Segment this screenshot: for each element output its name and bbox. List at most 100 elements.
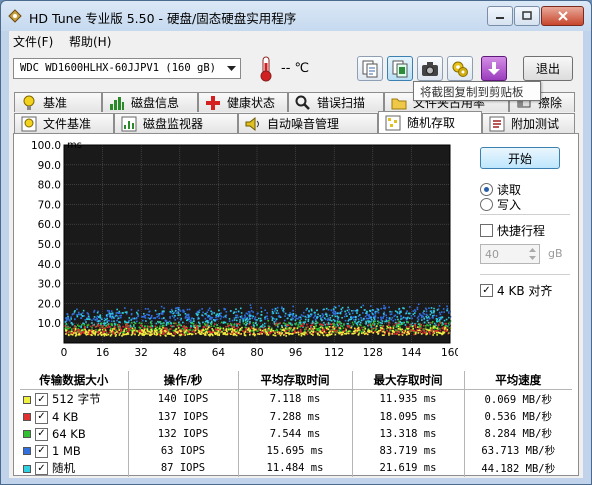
align-4kb-checkbox[interactable]: ✓ [480, 284, 493, 297]
spin-up-icon[interactable] [526, 246, 538, 254]
spin-down-icon[interactable] [526, 254, 538, 262]
folder-icon [391, 95, 407, 111]
scatter-point [170, 322, 172, 324]
scatter-point [354, 332, 356, 334]
scatter-point [245, 324, 247, 326]
scatter-point [416, 317, 419, 319]
scatter-point [89, 325, 92, 328]
scatter-point [376, 323, 379, 325]
close-button[interactable] [541, 6, 584, 26]
download-button[interactable] [481, 56, 507, 81]
scatter-point [144, 325, 146, 327]
scatter-point [85, 330, 87, 332]
scatter-point [203, 326, 206, 328]
exit-button[interactable]: 退出 [523, 56, 573, 81]
scatter-point [211, 328, 213, 330]
short-stroke-checkbox[interactable] [480, 224, 493, 237]
scatter-point [94, 326, 97, 328]
scatter-point [271, 319, 274, 322]
scatter-point [73, 325, 76, 327]
scatter-point [388, 334, 390, 336]
scatter-point [325, 313, 328, 316]
short-stroke-option[interactable]: 快捷行程 [480, 222, 545, 239]
scatter-point [282, 309, 284, 312]
scatter-point [145, 333, 147, 335]
series-checkbox[interactable]: ✓ [35, 393, 48, 406]
scatter-point [207, 309, 210, 311]
tab-disk-info[interactable]: 磁盘信息 [102, 92, 198, 112]
options-button[interactable] [447, 56, 473, 81]
scatter-point [141, 329, 143, 331]
scatter-point [196, 314, 199, 317]
scatter-point [274, 320, 277, 322]
scatter-point [292, 305, 294, 308]
scatter-point [110, 313, 112, 315]
align-4kb-option[interactable]: ✓ 4 KB 对齐 [480, 282, 552, 299]
start-button[interactable]: 开始 [480, 147, 560, 169]
read-radio[interactable] [480, 183, 493, 196]
scatter-point [65, 331, 68, 334]
copy-info-button[interactable] [357, 56, 383, 81]
scatter-point [105, 325, 107, 327]
menu-file[interactable]: 文件(F) [13, 33, 53, 50]
scatter-point [295, 331, 298, 334]
scatter-point [377, 317, 379, 319]
scatter-point [150, 320, 152, 323]
series-checkbox[interactable]: ✓ [35, 427, 48, 441]
tab-extra-tests[interactable]: 附加测试 [482, 113, 575, 133]
scatter-point [205, 314, 208, 316]
tab-benchmark[interactable]: 基准 [14, 92, 102, 112]
save-screenshot-button[interactable] [417, 56, 443, 81]
scatter-point [342, 331, 345, 334]
scatter-point [302, 323, 305, 325]
scatter-point [271, 308, 274, 311]
series-checkbox[interactable]: ✓ [35, 410, 48, 424]
scatter-point [267, 325, 270, 327]
scatter-point [113, 320, 115, 322]
tab-disk-monitor[interactable]: 磁盘监视器 [114, 113, 238, 133]
write-radio[interactable] [480, 198, 493, 211]
scatter-point [382, 313, 385, 315]
tab-health[interactable]: 健康状态 [198, 92, 288, 112]
menu-help[interactable]: 帮助(H) [69, 33, 111, 50]
tab-file-benchmark[interactable]: 文件基准 [14, 113, 114, 133]
scatter-point [400, 318, 402, 320]
minimize-button[interactable] [487, 6, 513, 26]
short-stroke-spinner[interactable]: 40 [480, 244, 540, 264]
scatter-point [325, 328, 328, 331]
scatter-point [179, 314, 181, 316]
scatter-point [227, 327, 230, 330]
tab-aam[interactable]: 自动噪音管理 [238, 113, 378, 133]
scatter-point [158, 314, 160, 317]
copy-screenshot-button[interactable] [387, 56, 413, 81]
scatter-point [106, 321, 109, 323]
tab-error-scan[interactable]: 错误扫描 [288, 92, 384, 112]
scatter-point [305, 316, 308, 319]
scatter-point [339, 332, 342, 334]
scatter-point [111, 329, 114, 332]
scatter-point [261, 333, 263, 335]
scatter-point [93, 316, 96, 318]
drive-select[interactable]: WDC WD1600HLHX-60JJPV1 (160 gB) [13, 58, 241, 79]
series-checkbox[interactable]: ✓ [35, 444, 48, 458]
write-option[interactable]: 写入 [480, 196, 521, 213]
maximize-button[interactable] [514, 6, 540, 26]
scatter-point [85, 321, 87, 323]
scatter-point [443, 311, 445, 313]
scatter-point [395, 332, 398, 335]
scatter-point [168, 320, 171, 323]
scatter-point [169, 310, 172, 313]
tab-random-access[interactable]: 随机存取 [378, 111, 482, 133]
scatter-point [434, 326, 436, 328]
scatter-point [103, 322, 105, 325]
scatter-point [104, 333, 107, 336]
scatter-point [404, 317, 407, 319]
series-checkbox[interactable]: ✓ [35, 462, 48, 475]
title-bar[interactable]: HD Tune 专业版 5.50 - 硬盘/固态硬盘实用程序 [1, 1, 591, 31]
scatter-point [125, 327, 128, 330]
scatter-point [435, 315, 438, 317]
scatter-point [385, 314, 388, 317]
chevron-down-icon[interactable] [223, 59, 240, 78]
scatter-point [417, 332, 420, 334]
scatter-point [275, 318, 278, 320]
